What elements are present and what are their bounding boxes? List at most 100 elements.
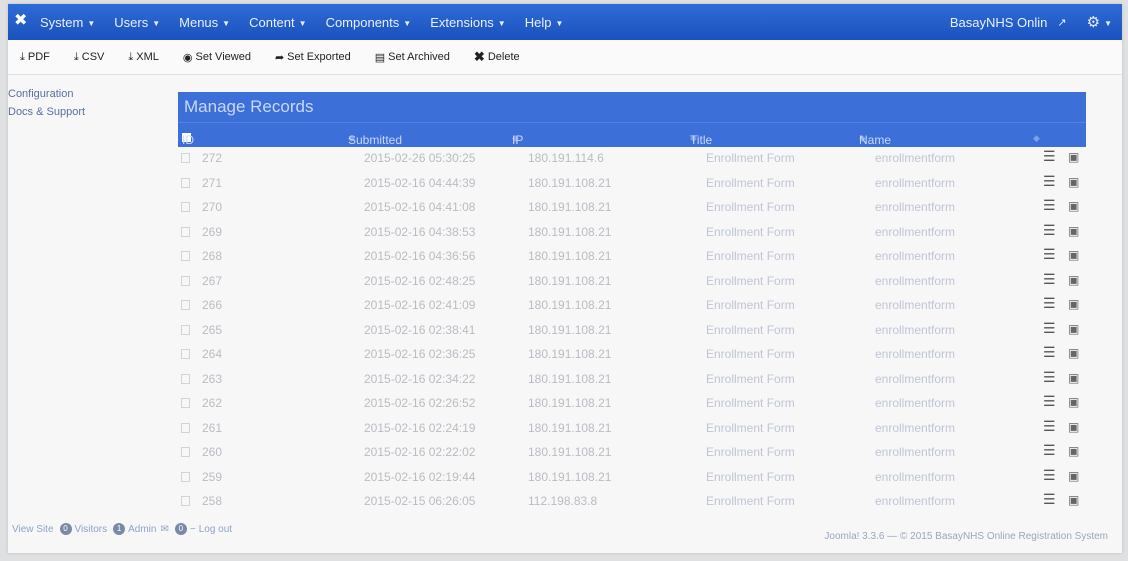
view-details-icon[interactable]: ☰ — [1043, 442, 1056, 459]
joomla-logo-icon[interactable]: ✖ — [14, 12, 28, 30]
cell-title: Enrollment Form — [706, 224, 795, 239]
view-details-icon[interactable]: ☰ — [1043, 222, 1056, 239]
table-row[interactable]: 261 2015-02-16 02:24:19 180.191.108.21 Enro… — [178, 417, 1086, 442]
trash-icon[interactable]: ▣ — [1068, 273, 1079, 287]
table-row[interactable]: 269 2015-02-16 04:38:53 180.191.108.21 Enro… — [178, 221, 1086, 246]
row-checkbox[interactable] — [181, 471, 190, 482]
site-name-link[interactable]: BasayNHS Onlin — [950, 15, 1048, 30]
table-row[interactable]: 268 2015-02-16 04:36:56 180.191.108.21 Enro… — [178, 245, 1086, 270]
view-details-icon[interactable]: ☰ — [1043, 173, 1056, 190]
table-row[interactable]: 259 2015-02-16 02:19:44 180.191.108.21 Enro… — [178, 466, 1086, 491]
view-details-icon[interactable]: ☰ — [1043, 197, 1056, 214]
menu-users[interactable]: Users ▼ — [114, 15, 160, 30]
view-details-icon[interactable]: ☰ — [1043, 344, 1056, 361]
table-row[interactable]: 264 2015-02-16 02:36:25 180.191.108.21 Enro… — [178, 343, 1086, 368]
row-checkbox[interactable] — [181, 202, 190, 212]
trash-icon[interactable]: ▣ — [1068, 248, 1079, 262]
view-details-icon[interactable]: ☰ — [1043, 491, 1056, 508]
row-checkbox[interactable] — [181, 177, 190, 188]
row-checkbox[interactable] — [181, 153, 190, 163]
row-checkbox[interactable] — [181, 275, 190, 286]
caret-down-icon: ▼ — [87, 18, 96, 28]
visitors-label[interactable]: Visitors — [75, 524, 108, 535]
delete-button[interactable]: ✖ Delete — [474, 49, 520, 65]
table-row[interactable]: 262 2015-02-16 02:26:52 180.191.108.21 Enro… — [178, 392, 1086, 417]
table-row[interactable]: 272 2015-02-26 05:30:25 180.191.114.6 Enrol… — [178, 147, 1086, 172]
trash-icon[interactable]: ▣ — [1068, 493, 1079, 507]
sidebar-item-docs-support[interactable]: Docs & Support — [8, 106, 168, 118]
cell-name: enrollmentform — [875, 224, 956, 239]
set-exported-button[interactable]: ➦ Set Exported — [275, 51, 351, 64]
messages-count-badge[interactable]: 0 — [174, 523, 187, 535]
menu-system[interactable]: System ▼ — [40, 15, 95, 30]
logout-link[interactable]: Log out — [199, 524, 232, 535]
export-xml-label: XML — [136, 51, 159, 63]
trash-icon[interactable]: ▣ — [1068, 444, 1079, 458]
table-row[interactable]: 270 2015-02-16 04:41:08 180.191.108.21 Enro… — [178, 196, 1086, 221]
admin-label[interactable]: Admin — [128, 524, 156, 535]
row-checkbox[interactable] — [181, 398, 190, 408]
export-csv-button[interactable]: ⤓ CSV — [74, 51, 105, 64]
view-details-icon[interactable]: ☰ — [1043, 369, 1056, 386]
view-details-icon[interactable]: ☰ — [1043, 295, 1056, 312]
gear-icon[interactable]: ⚙ ▼ — [1087, 13, 1112, 31]
row-checkbox[interactable] — [181, 251, 190, 261]
row-checkbox[interactable] — [181, 349, 190, 359]
view-details-icon[interactable]: ☰ — [1043, 148, 1056, 165]
table-row[interactable]: 266 2015-02-16 02:41:09 180.191.108.21 Enro… — [178, 294, 1086, 319]
trash-icon[interactable]: ▣ — [1068, 297, 1079, 311]
trash-icon[interactable]: ▣ — [1068, 199, 1079, 213]
cell-submitted: 2015-02-16 02:19:44 — [364, 469, 476, 484]
row-checkbox[interactable] — [181, 300, 190, 310]
export-xml-button[interactable]: ⤓ XML — [128, 51, 159, 64]
trash-icon[interactable]: ▣ — [1068, 469, 1079, 483]
menu-help[interactable]: Help ▼ — [525, 15, 564, 30]
status-bar: View Site 0 Visitors 1 Admin ✉ 0 − Log o… — [12, 523, 232, 535]
trash-icon[interactable]: ▣ — [1068, 371, 1079, 385]
trash-icon[interactable]: ▣ — [1068, 346, 1079, 360]
trash-icon[interactable]: ▣ — [1068, 420, 1079, 434]
set-archived-button[interactable]: ▤ Set Archived — [375, 51, 450, 64]
trash-icon[interactable]: ▣ — [1068, 150, 1079, 164]
cell-title: Enrollment Form — [706, 494, 795, 508]
row-checkbox[interactable] — [181, 373, 190, 384]
trash-icon[interactable]: ▣ — [1068, 395, 1079, 409]
table-row[interactable]: 267 2015-02-16 02:48:25 180.191.108.21 Enro… — [178, 270, 1086, 295]
sidebar-item-configuration[interactable]: Configuration — [8, 88, 168, 100]
menu-extensions[interactable]: Extensions ▼ — [430, 15, 506, 30]
table-row[interactable]: 258 2015-02-15 06:26:05 112.198.83.8 Enroll… — [178, 490, 1086, 515]
view-details-icon[interactable]: ☰ — [1043, 271, 1056, 288]
view-details-icon[interactable]: ☰ — [1043, 320, 1056, 337]
table-row[interactable]: 265 2015-02-16 02:38:41 180.191.108.21 Enro… — [178, 319, 1086, 344]
trash-icon[interactable]: ▣ — [1068, 322, 1079, 336]
row-checkbox[interactable] — [181, 324, 190, 335]
table-row[interactable]: 263 2015-02-16 02:34:22 180.191.108.21 Enro… — [178, 368, 1086, 393]
menu-menus[interactable]: Menus ▼ — [179, 15, 230, 30]
table-row[interactable]: 260 2015-02-16 02:22:02 180.191.108.21 Enro… — [178, 441, 1086, 466]
view-site-link[interactable]: View Site — [12, 524, 54, 535]
cell-name: enrollmentform — [875, 322, 956, 337]
view-details-icon[interactable]: ☰ — [1043, 418, 1056, 435]
table-row[interactable]: 271 2015-02-16 04:44:39 180.191.108.21 Enro… — [178, 172, 1086, 197]
view-details-icon[interactable]: ☰ — [1043, 467, 1056, 484]
view-details-icon[interactable]: ☰ — [1043, 246, 1056, 263]
row-checkbox[interactable] — [181, 447, 190, 457]
cell-submitted: 2015-02-16 02:36:25 — [364, 347, 476, 361]
row-checkbox[interactable] — [181, 496, 190, 506]
menu-content[interactable]: Content ▼ — [249, 15, 306, 30]
export-pdf-button[interactable]: ⤓ PDF — [20, 51, 50, 64]
cell-ip: 180.191.108.21 — [528, 298, 612, 312]
cell-id: 268 — [202, 249, 223, 263]
cell-ip: 180.191.108.21 — [528, 273, 612, 288]
cell-title: Enrollment Form — [706, 322, 795, 337]
menu-components[interactable]: Components ▼ — [326, 15, 412, 30]
external-link-icon[interactable]: ↗ — [1057, 16, 1066, 29]
cell-name: enrollmentform — [875, 347, 956, 361]
row-checkbox[interactable] — [181, 422, 190, 433]
row-checkbox[interactable] — [181, 226, 190, 237]
trash-icon[interactable]: ▣ — [1068, 224, 1079, 238]
view-details-icon[interactable]: ☰ — [1043, 393, 1056, 410]
cell-id: 260 — [202, 445, 223, 459]
set-viewed-button[interactable]: ◉ Set Viewed — [183, 51, 251, 64]
trash-icon[interactable]: ▣ — [1068, 175, 1079, 189]
